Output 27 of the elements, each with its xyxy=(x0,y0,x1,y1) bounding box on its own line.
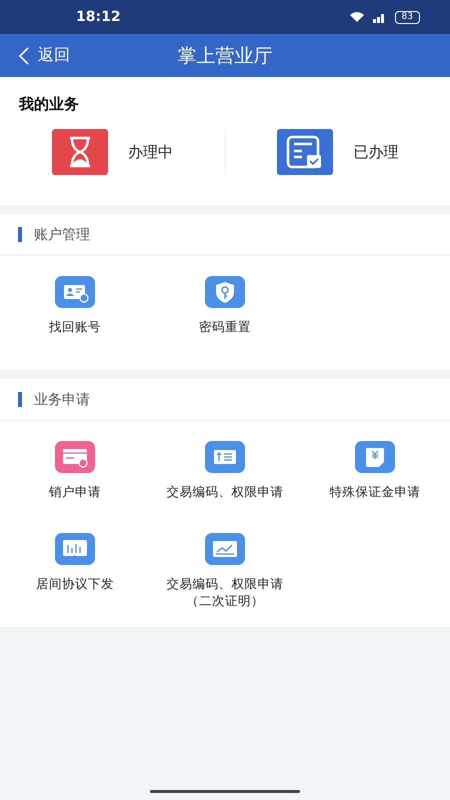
section-title: 业务申请 xyxy=(34,390,90,408)
service-label[interactable]: 密码重置 xyxy=(199,318,251,335)
back-button[interactable]: 返回 xyxy=(0,45,70,66)
signal-icon xyxy=(372,12,387,22)
card-icon[interactable] xyxy=(55,441,95,473)
service-label[interactable]: 找回账号 xyxy=(49,318,101,335)
form-check-icon[interactable] xyxy=(277,129,334,175)
service-label[interactable]: 交易编码、权限申请（二次证明） xyxy=(163,575,287,609)
hourglass-icon[interactable] xyxy=(52,129,108,175)
battery-level: 83 xyxy=(394,10,420,24)
shield-key-icon[interactable] xyxy=(205,276,245,308)
business-label[interactable]: 已办理 xyxy=(353,142,398,162)
service-label[interactable]: 交易编码、权限申请 xyxy=(166,483,284,500)
service-label[interactable]: 销户申请 xyxy=(49,483,101,500)
yen-document-icon[interactable] xyxy=(355,441,395,473)
business-label[interactable]: 办理中 xyxy=(128,142,173,162)
status-time: 18:12 xyxy=(76,9,121,25)
wifi-icon xyxy=(348,11,365,23)
presentation-icon[interactable] xyxy=(55,533,95,565)
chart-icon[interactable] xyxy=(205,533,245,565)
list-icon[interactable] xyxy=(205,441,245,473)
service-label[interactable]: 居间协议下发 xyxy=(36,575,114,592)
page-title: 掌上营业厅 xyxy=(178,44,272,68)
section-title: 我的业务 xyxy=(19,95,80,114)
section-title: 账户管理 xyxy=(34,226,90,244)
id-card-icon[interactable] xyxy=(55,276,95,308)
service-label[interactable]: 特殊保证金申请 xyxy=(330,483,420,500)
